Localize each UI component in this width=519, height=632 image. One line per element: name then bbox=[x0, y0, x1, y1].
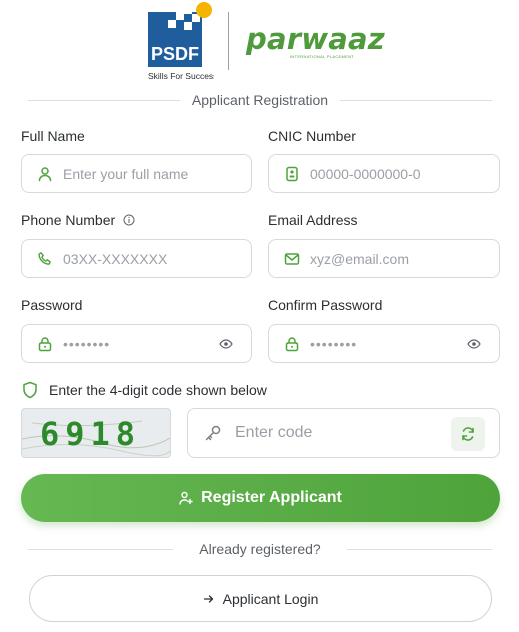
svg-text:Skills For Success: Skills For Success bbox=[148, 71, 214, 81]
arrow-right-icon bbox=[203, 594, 213, 603]
captcha-label-text: Enter the 4-digit code shown below bbox=[49, 382, 267, 398]
email-field[interactable]: xyz@email.com bbox=[268, 239, 500, 278]
register-applicant-button[interactable]: Register Applicant bbox=[21, 474, 500, 522]
phone-label: Phone Number bbox=[21, 212, 135, 228]
register-button-label: Register Applicant bbox=[201, 489, 342, 506]
phone-field[interactable]: 03XX-XXXXXXX bbox=[21, 239, 252, 278]
login-button-label: Applicant Login bbox=[222, 590, 319, 607]
applicant-login-button[interactable]: Applicant Login bbox=[29, 575, 492, 622]
form-title: Applicant Registration bbox=[191, 92, 329, 108]
logo-divider bbox=[228, 12, 229, 70]
svg-text:PSDF: PSDF bbox=[151, 44, 199, 64]
parwaaz-wordmark: parwaaz bbox=[246, 22, 385, 56]
confirm-password-label: Confirm Password bbox=[268, 297, 383, 313]
eye-icon[interactable] bbox=[467, 337, 481, 351]
email-label: Email Address bbox=[268, 212, 358, 228]
parwaaz-subtitle: INTERNATIONAL PLACEMENT bbox=[290, 54, 355, 59]
user-icon bbox=[38, 166, 52, 181]
captcha-image: 6918 bbox=[21, 408, 171, 458]
captcha-code: 6918 bbox=[40, 415, 142, 453]
parwaaz-logo: parwaaz INTERNATIONAL PLACEMENT bbox=[246, 22, 385, 62]
already-registered-row: Already registered? bbox=[28, 540, 492, 558]
refresh-captcha-button[interactable] bbox=[451, 417, 485, 451]
captcha-placeholder: Enter code bbox=[235, 424, 313, 441]
confirm-password-field[interactable]: •••••••• bbox=[268, 324, 500, 363]
full-name-label: Full Name bbox=[21, 128, 85, 144]
divider-line bbox=[346, 548, 492, 550]
divider-line bbox=[340, 99, 492, 101]
password-field[interactable]: •••••••• bbox=[21, 324, 252, 363]
full-name-placeholder: Enter your full name bbox=[63, 165, 189, 182]
email-placeholder: xyz@email.com bbox=[310, 250, 410, 267]
cnic-field[interactable]: 00000-0000000-0 bbox=[268, 154, 500, 193]
lock-icon bbox=[285, 336, 299, 351]
lock-icon bbox=[38, 336, 52, 351]
password-value: •••••••• bbox=[63, 335, 111, 352]
cnic-label: CNIC Number bbox=[268, 128, 356, 144]
id-card-icon bbox=[286, 166, 298, 181]
mail-icon bbox=[284, 252, 300, 265]
key-icon bbox=[205, 425, 221, 441]
captcha-input[interactable]: Enter code bbox=[187, 408, 500, 458]
confirm-password-value: •••••••• bbox=[310, 335, 358, 352]
cnic-placeholder: 00000-0000000-0 bbox=[310, 165, 421, 182]
eye-icon[interactable] bbox=[219, 337, 233, 351]
refresh-icon bbox=[462, 427, 474, 441]
form-section-header: Applicant Registration bbox=[28, 90, 492, 110]
full-name-field[interactable]: Enter your full name bbox=[21, 154, 252, 193]
phone-placeholder: 03XX-XXXXXXX bbox=[63, 250, 168, 267]
divider-line bbox=[28, 548, 174, 550]
user-plus-icon bbox=[179, 491, 193, 505]
captcha-label: Enter the 4-digit code shown below bbox=[21, 381, 267, 399]
phone-icon bbox=[38, 251, 51, 265]
divider-line bbox=[28, 99, 180, 101]
header-logos: PSDF Skills For Success parwaaz INTERNAT… bbox=[0, 0, 519, 90]
psdf-logo: PSDF Skills For Success bbox=[148, 2, 214, 81]
info-icon[interactable] bbox=[123, 214, 135, 226]
shield-icon bbox=[23, 381, 37, 399]
password-label: Password bbox=[21, 297, 83, 313]
already-registered-text: Already registered? bbox=[199, 541, 321, 557]
phone-label-text: Phone Number bbox=[21, 212, 116, 228]
